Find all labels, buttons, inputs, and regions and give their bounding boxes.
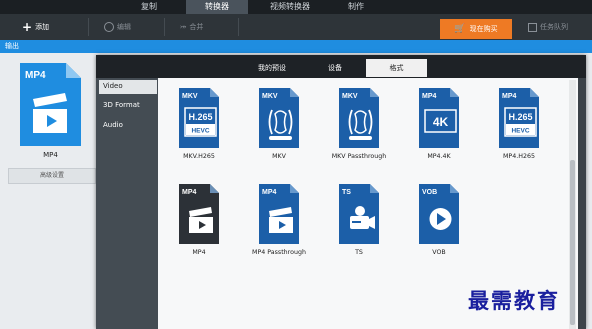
cart-icon: 🛒: [454, 24, 466, 34]
codec-sub: HEVC: [511, 128, 529, 135]
edit-label: 编辑: [117, 23, 131, 31]
format-tag: MKV: [342, 93, 358, 100]
format-tile-icon[interactable]: MP4 4K: [419, 88, 459, 148]
toolbar-divider: [238, 18, 239, 36]
format-tile-icon[interactable]: MP4 H.265 HEVC: [499, 88, 539, 148]
format-tile-icon[interactable]: MKV: [339, 88, 379, 148]
format-tile-label: MKV: [272, 153, 286, 160]
format-tile-label: VOB: [432, 249, 446, 256]
sidebar-item-audio[interactable]: Audio: [103, 119, 123, 132]
buy-label: 现在购买: [469, 25, 498, 33]
merge-button[interactable]: ⤖ 合并: [180, 21, 203, 33]
tab-make[interactable]: 制作: [332, 0, 380, 14]
tab-format[interactable]: 格式: [366, 59, 427, 77]
toolbar-divider: [88, 18, 89, 36]
top-tab-bar: 复制 转换器 视频转换器 制作: [0, 0, 592, 14]
add-label: 添加: [35, 23, 50, 31]
plus-icon: +: [22, 20, 33, 34]
format-tile-label: TS: [355, 249, 363, 256]
format-tag: VOB: [422, 189, 437, 196]
format-tag: MP4: [502, 93, 517, 100]
codec-sub: HEVC: [191, 128, 209, 135]
format-tag: MKV: [262, 93, 278, 100]
output-bar: [0, 40, 592, 53]
format-tile-icon[interactable]: MKV H.265 HEVC: [179, 88, 219, 148]
queue-icon: [528, 22, 537, 32]
advanced-settings-button[interactable]: 高级设置: [8, 168, 96, 184]
format-tag: MP4: [182, 189, 197, 196]
format-tag: TS: [342, 189, 351, 196]
add-button[interactable]: + 添加: [22, 21, 49, 33]
format-tile-label: MP4.4K: [427, 153, 451, 160]
format-tile-label: MKV Passthrough: [331, 153, 387, 160]
resolution-badge: 4K: [433, 115, 449, 129]
tab-video-converter[interactable]: 视频转换器: [254, 0, 326, 14]
tab-converter[interactable]: 转换器: [186, 0, 248, 14]
format-tile-icon[interactable]: MKV: [259, 88, 299, 148]
task-queue-button[interactable]: 任务队列: [528, 21, 568, 33]
format-tile-icon[interactable]: TS: [339, 184, 379, 244]
buy-now-button[interactable]: 🛒 现在购买: [440, 19, 512, 39]
sidebar-item-video[interactable]: Video: [99, 80, 157, 94]
format-tile-icon[interactable]: MP4: [259, 184, 299, 244]
sidebar-item-3d-format[interactable]: 3D Format: [103, 99, 140, 112]
format-tag: MP4: [422, 93, 437, 100]
format-tile-icon[interactable]: MP4: [179, 184, 219, 244]
codec-badge: H.265: [508, 112, 532, 122]
merge-label: 合并: [189, 23, 204, 31]
queue-label: 任务队列: [540, 23, 568, 31]
format-tile-label: MP4: [192, 249, 206, 256]
codec-badge: H.265: [188, 112, 212, 122]
tab-copy[interactable]: 复制: [118, 0, 180, 14]
tab-my-presets[interactable]: 我的预设: [258, 62, 286, 74]
edit-icon: [104, 22, 114, 32]
format-tag: MP4: [262, 189, 277, 196]
tab-devices[interactable]: 设备: [328, 62, 342, 74]
format-tile-icon[interactable]: VOB: [419, 184, 459, 244]
format-tile-label: MP4.H265: [503, 153, 535, 160]
current-format-label: MP4: [43, 151, 58, 159]
toolbar-divider: [164, 18, 165, 36]
format-tile-label: MKV.H265: [183, 153, 215, 160]
watermark: 最需教育: [468, 288, 560, 313]
scrollbar-thumb[interactable]: [570, 160, 575, 325]
format-tag: MKV: [182, 93, 198, 100]
output-label: 输出: [5, 42, 19, 50]
current-format-tag: MP4: [25, 70, 46, 81]
merge-icon: ⤖: [180, 22, 187, 31]
format-tile-label: MP4 Passthrough: [252, 249, 306, 256]
edit-button[interactable]: 编辑: [104, 21, 131, 33]
current-format-mp4-icon[interactable]: MP4: [20, 63, 81, 146]
format-category-sidebar: [96, 78, 158, 329]
